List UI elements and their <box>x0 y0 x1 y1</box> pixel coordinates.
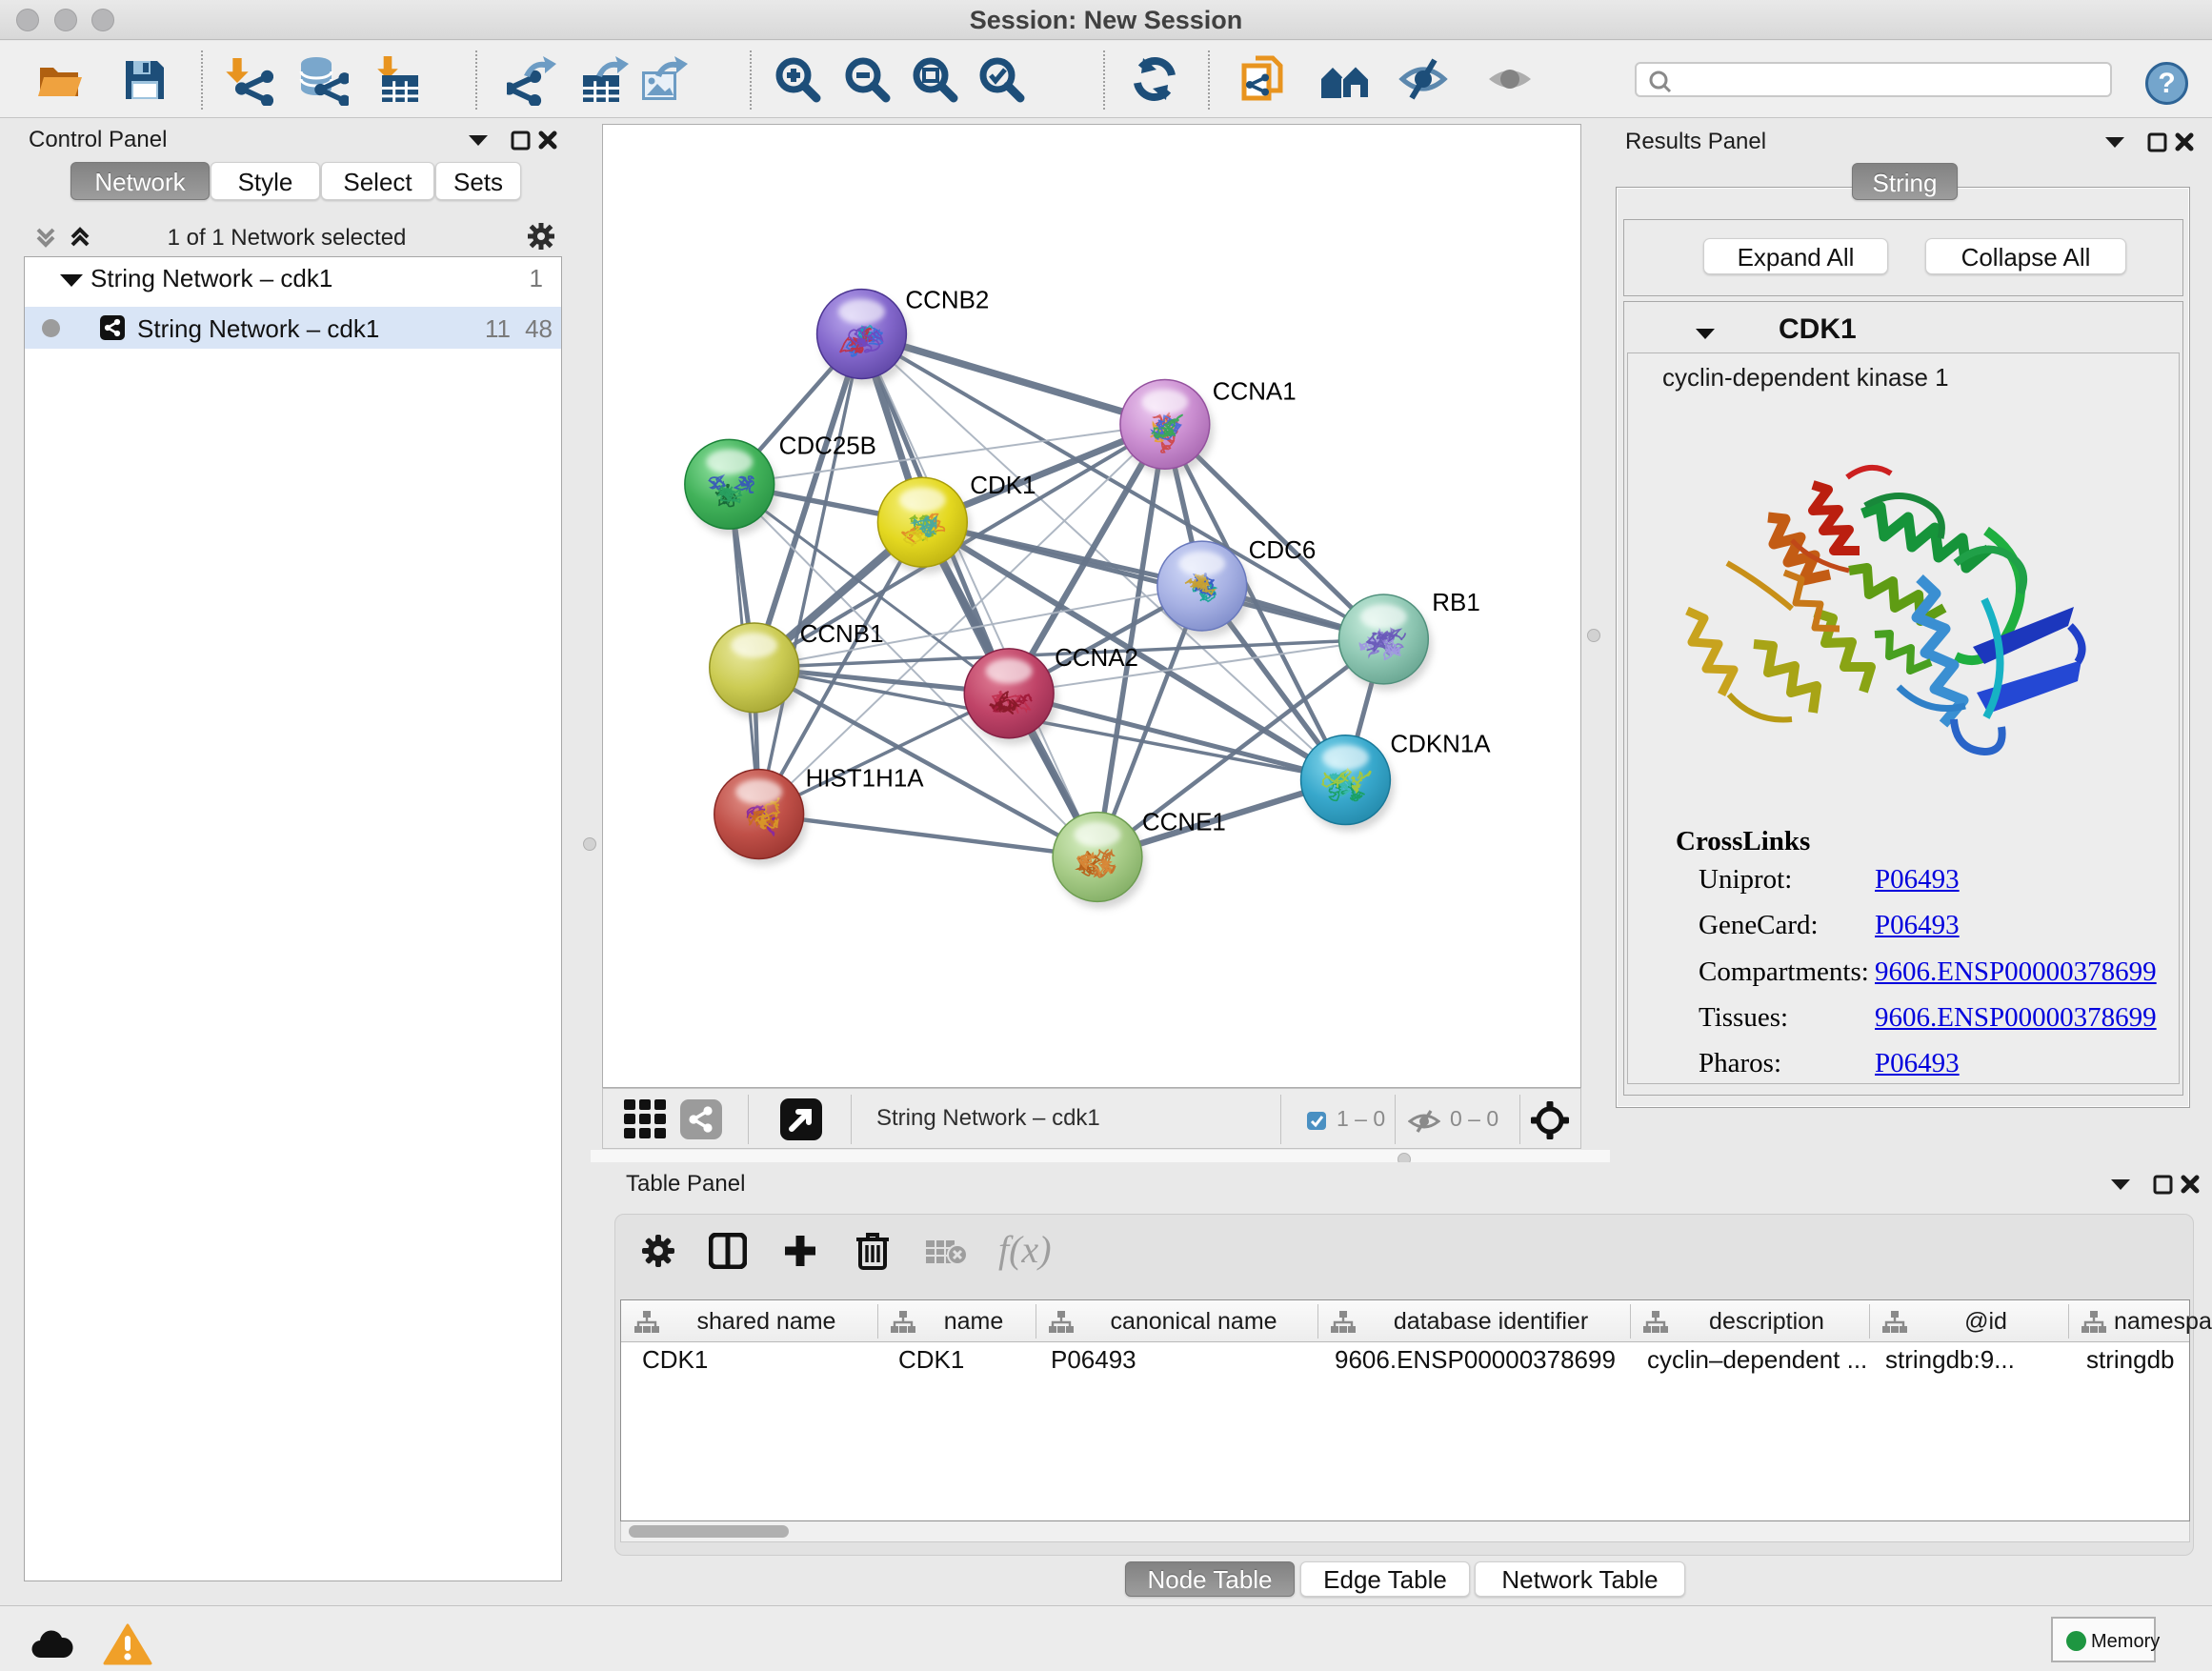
svg-text:CCNA1: CCNA1 <box>1213 378 1297 405</box>
svg-text:CDK1: CDK1 <box>970 473 1036 499</box>
svg-text:CDC25B: CDC25B <box>779 433 876 459</box>
svg-text:CCNB1: CCNB1 <box>800 621 884 648</box>
svg-text:CDKN1A: CDKN1A <box>1390 732 1491 758</box>
svg-text:CCNE1: CCNE1 <box>1142 810 1226 836</box>
svg-text:CCNB2: CCNB2 <box>905 288 989 314</box>
svg-text:CCNA2: CCNA2 <box>1055 645 1138 672</box>
svg-text:HIST1H1A: HIST1H1A <box>806 766 925 793</box>
svg-text:RB1: RB1 <box>1432 590 1479 616</box>
svg-text:CDC6: CDC6 <box>1249 537 1317 564</box>
